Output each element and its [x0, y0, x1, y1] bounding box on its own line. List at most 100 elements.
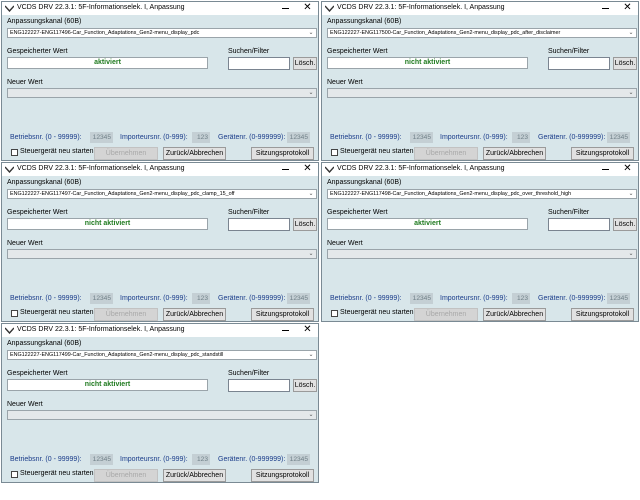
chevron-down-icon: ⌄ — [628, 90, 634, 96]
chevron-down-icon: ⌄ — [308, 191, 314, 197]
search-label: Suchen/Filter — [228, 48, 270, 55]
window-title: VCDS DRV 22.3.1: 5F-Informationselek. I,… — [337, 165, 505, 172]
minimize-button[interactable] — [279, 324, 292, 336]
restart-label: Steuergerät neu starten — [20, 309, 94, 316]
dealer-number-label: Betriebsnr. (0 - 99999): — [10, 134, 82, 141]
vcds-app-icon — [325, 5, 334, 12]
session-log-button[interactable]: Sitzungsprotokoll — [251, 469, 314, 482]
stored-value-field: nicht aktiviert — [7, 379, 208, 391]
chevron-down-icon: ⌄ — [308, 90, 314, 96]
clear-search-button[interactable]: Lösch. — [293, 57, 317, 70]
stored-value-field: nicht aktiviert — [7, 218, 208, 230]
dealer-number-label: Betriebsnr. (0 - 99999): — [10, 295, 82, 302]
session-log-button[interactable]: Sitzungsprotokoll — [251, 308, 314, 321]
channel-label: Anpassungskanal (60B) — [7, 18, 82, 25]
minimize-button[interactable] — [279, 2, 292, 14]
adaptation-window: VCDS DRV 22.3.1: 5F-Informationselek. I,… — [1, 162, 319, 322]
clear-search-button[interactable]: Lösch. — [613, 218, 637, 231]
dealer-number-field: 12345 — [410, 132, 433, 143]
session-log-button[interactable]: Sitzungsprotokoll — [251, 147, 314, 160]
close-icon[interactable]: ✕ — [301, 163, 314, 175]
close-icon[interactable]: ✕ — [621, 163, 634, 175]
clear-search-button[interactable]: Lösch. — [613, 57, 637, 70]
search-label: Suchen/Filter — [548, 48, 590, 55]
new-value-label: Neuer Wert — [7, 401, 43, 408]
search-input[interactable] — [228, 218, 290, 231]
back-cancel-button[interactable]: Zurück/Abbrechen — [163, 308, 226, 321]
importer-number-label: Importeursnr. (0-999): — [440, 134, 508, 141]
vcds-app-icon — [5, 5, 14, 12]
restart-label: Steuergerät neu starten — [20, 148, 94, 155]
dealer-number-field: 12345 — [90, 132, 113, 143]
minimize-button[interactable] — [599, 163, 612, 175]
stored-value-field: nicht aktiviert — [327, 57, 528, 69]
new-value-dropdown[interactable]: ⌄ — [7, 249, 317, 259]
restart-label: Steuergerät neu starten — [340, 148, 414, 155]
new-value-dropdown[interactable]: ⌄ — [7, 88, 317, 98]
adaptation-window: VCDS DRV 22.3.1: 5F-Informationselek. I,… — [321, 162, 639, 322]
apply-button[interactable]: Übernehmen — [414, 147, 478, 160]
new-value-dropdown[interactable]: ⌄ — [327, 249, 637, 259]
device-number-label: Gerätenr. (0-999999): — [538, 134, 606, 141]
minimize-button[interactable] — [279, 163, 292, 175]
chevron-down-icon: ⌄ — [308, 412, 314, 418]
apply-button[interactable]: Übernehmen — [414, 308, 478, 321]
close-icon[interactable]: ✕ — [301, 324, 314, 336]
apply-button[interactable]: Übernehmen — [94, 308, 158, 321]
title-bar: VCDS DRV 22.3.1: 5F-Informationselek. I,… — [2, 2, 318, 15]
restart-checkbox[interactable] — [11, 471, 18, 478]
search-input[interactable] — [548, 57, 610, 70]
channel-label: Anpassungskanal (60B) — [327, 18, 402, 25]
back-cancel-button[interactable]: Zurück/Abbrechen — [163, 147, 226, 160]
search-label: Suchen/Filter — [228, 370, 270, 377]
stored-value-label: Gespeicherter Wert — [7, 48, 68, 55]
new-value-dropdown[interactable]: ⌄ — [7, 410, 317, 420]
channel-dropdown[interactable]: ENG122227-ENG117496-Car_Function_Adaptat… — [7, 28, 317, 38]
importer-number-label: Importeursnr. (0-999): — [120, 134, 188, 141]
chevron-down-icon: ⌄ — [308, 352, 314, 358]
clear-search-button[interactable]: Lösch. — [293, 218, 317, 231]
channel-label: Anpassungskanal (60B) — [327, 179, 402, 186]
device-number-field: 12345 — [607, 132, 630, 143]
new-value-label: Neuer Wert — [327, 79, 363, 86]
new-value-label: Neuer Wert — [7, 79, 43, 86]
minimize-button[interactable] — [599, 2, 612, 14]
restart-checkbox[interactable] — [331, 149, 338, 156]
search-input[interactable] — [228, 57, 290, 70]
title-bar: VCDS DRV 22.3.1: 5F-Informationselek. I,… — [322, 163, 638, 176]
session-log-button[interactable]: Sitzungsprotokoll — [571, 147, 634, 160]
channel-selected-value: ENG122227-ENG117499-Car_Function_Adaptat… — [10, 352, 224, 358]
channel-dropdown[interactable]: ENG122227-ENG117499-Car_Function_Adaptat… — [7, 350, 317, 360]
device-number-label: Gerätenr. (0-999999): — [218, 456, 286, 463]
channel-dropdown[interactable]: ENG122227-ENG117497-Car_Function_Adaptat… — [7, 189, 317, 199]
window-title: VCDS DRV 22.3.1: 5F-Informationselek. I,… — [17, 165, 185, 172]
search-input[interactable] — [228, 379, 290, 392]
session-log-button[interactable]: Sitzungsprotokoll — [571, 308, 634, 321]
chevron-down-icon: ⌄ — [628, 191, 634, 197]
title-bar: VCDS DRV 22.3.1: 5F-Informationselek. I,… — [322, 2, 638, 15]
channel-dropdown[interactable]: ENG122227-ENG117498-Car_Function_Adaptat… — [327, 189, 637, 199]
back-cancel-button[interactable]: Zurück/Abbrechen — [483, 308, 546, 321]
channel-label: Anpassungskanal (60B) — [7, 340, 82, 347]
close-icon[interactable]: ✕ — [301, 2, 314, 14]
restart-checkbox[interactable] — [11, 149, 18, 156]
channel-dropdown[interactable]: ENG122227-ENG117500-Car_Function_Adaptat… — [327, 28, 637, 38]
adaptation-window: VCDS DRV 22.3.1: 5F-Informationselek. I,… — [1, 1, 319, 161]
adaptation-window: VCDS DRV 22.3.1: 5F-Informationselek. I,… — [1, 323, 319, 483]
apply-button[interactable]: Übernehmen — [94, 469, 158, 482]
vcds-app-icon — [5, 166, 14, 173]
clear-search-button[interactable]: Lösch. — [293, 379, 317, 392]
close-icon[interactable]: ✕ — [621, 2, 634, 14]
new-value-dropdown[interactable]: ⌄ — [327, 88, 637, 98]
window-title: VCDS DRV 22.3.1: 5F-Informationselek. I,… — [17, 326, 185, 333]
apply-button[interactable]: Übernehmen — [94, 147, 158, 160]
dealer-number-field: 12345 — [90, 454, 113, 465]
title-bar: VCDS DRV 22.3.1: 5F-Informationselek. I,… — [2, 324, 318, 337]
restart-checkbox[interactable] — [331, 310, 338, 317]
back-cancel-button[interactable]: Zurück/Abbrechen — [483, 147, 546, 160]
importer-number-label: Importeursnr. (0-999): — [120, 295, 188, 302]
restart-checkbox[interactable] — [11, 310, 18, 317]
stored-value-label: Gespeicherter Wert — [7, 209, 68, 216]
search-input[interactable] — [548, 218, 610, 231]
back-cancel-button[interactable]: Zurück/Abbrechen — [163, 469, 226, 482]
